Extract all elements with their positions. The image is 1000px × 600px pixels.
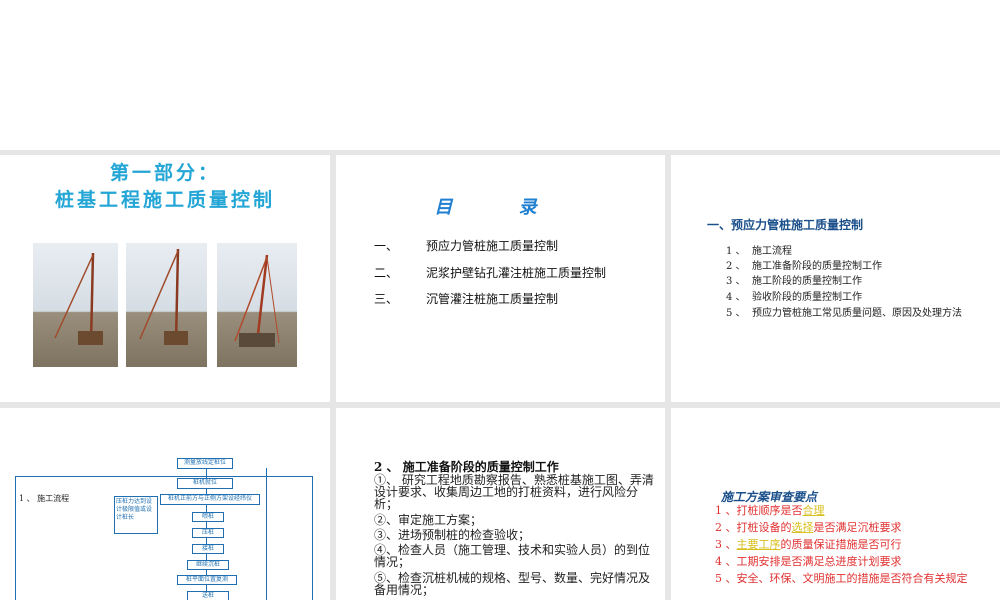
- flow-box-7: 继续沉桩: [187, 560, 229, 570]
- slide6-item-2: 2 、打桩设备的选择是否满足沉桩要求: [715, 521, 902, 534]
- outline-item-5: 5 、预应力管桩施工常见质量问题、原因及处理方法: [726, 308, 962, 319]
- slide5-item-5: ⑤、检查沉桩机械的规格、型号、数量、完好情况及备用情况；: [374, 571, 651, 597]
- slide6-item-5: 5 、安全、环保、文明施工的措施是否符合有关规定: [715, 572, 968, 585]
- flow-box-4: 喂桩: [192, 512, 224, 522]
- slide5-item-3: ③、进场预制桩的检查验收；: [374, 528, 531, 542]
- slide-thumbnail-4[interactable]: 1 、 施工流程 测量放线定桩位 桩机就位 桩机正前方与正侧方架设经纬仪 喂桩 …: [0, 408, 330, 600]
- top-blank-area: [0, 0, 1000, 150]
- toc-title: 目 录: [434, 197, 567, 218]
- slide-thumbnail-1[interactable]: 第一部分： 桩基工程施工质量控制: [0, 155, 330, 402]
- flow-box-3: 桩机正前方与正侧方架设经纬仪: [160, 494, 260, 505]
- flow-box-8: 桩平面位置复测: [177, 575, 237, 585]
- slide-thumbnail-3[interactable]: 一、预应力管桩施工质量控制 1 、施工流程 2 、施工准备阶段的质量控制工作 3…: [671, 155, 1000, 402]
- slide6-title: 施工方案审查要点: [721, 490, 818, 504]
- outline-item-1: 1 、施工流程: [726, 246, 792, 257]
- flow-box-5: 压桩: [192, 528, 224, 538]
- flowchart-label: 1 、 施工流程: [19, 494, 70, 503]
- toc-item-text: 沉管灌注桩施工质量控制: [426, 292, 559, 306]
- flowchart-frame-right: [312, 476, 313, 600]
- toc-item-2: 二、 泥浆护壁钻孔灌注桩施工质量控制: [374, 264, 606, 281]
- slide1-title-line1: 第一部分：: [109, 162, 220, 184]
- pile-driver-photo-2: [126, 243, 207, 367]
- slide6-item-1: 1 、打桩顺序是否合理: [715, 504, 825, 517]
- toc-item-text: 预应力管桩施工质量控制: [426, 239, 559, 253]
- flowchart-frame-left: [15, 476, 16, 600]
- flow-box-2: 桩机就位: [177, 478, 233, 489]
- toc-item-3: 三、 沉管灌注桩施工质量控制: [374, 290, 558, 307]
- slide-thumbnail-5[interactable]: 2 、 施工准备阶段的质量控制工作 ①、 研究工程地质勘察报告、熟悉桩基施工图、…: [336, 408, 665, 600]
- toc-item-number: 二、: [374, 266, 399, 280]
- slide5-item-2: ②、审定施工方案；: [374, 513, 483, 527]
- outline-item-4: 4 、验收阶段的质量控制工作: [726, 292, 862, 303]
- flow-side-box: 压桩力达到设计极限值或设计桩长: [114, 496, 158, 534]
- slide-thumbnail-6[interactable]: 施工方案审查要点 1 、打桩顺序是否合理 2 、打桩设备的选择是否满足沉桩要求 …: [671, 408, 1000, 600]
- slide1-title-line2: 桩基工程施工质量控制: [54, 189, 275, 211]
- toc-item-number: 三、: [374, 292, 399, 306]
- pile-driver-photo-3: [217, 243, 297, 367]
- slide5-item-4: ④、检查人员（施工管理、技术和实验人员）的到位情况；: [374, 543, 651, 569]
- flow-box-9: 送桩: [187, 591, 229, 600]
- pile-driver-photo-1: [33, 243, 118, 367]
- toc-item-1: 一、 预应力管桩施工质量控制: [374, 237, 558, 254]
- outline-item-2: 2 、施工准备阶段的质量控制工作: [726, 261, 882, 272]
- slide6-item-4: 4 、工期安排是否满足总进度计划要求: [715, 555, 902, 568]
- toc-item-text: 泥浆护壁钻孔灌注桩施工质量控制: [426, 266, 607, 280]
- slide6-item-3: 3 、主要工序的质量保证措施是否可行: [715, 538, 902, 551]
- outline-item-3: 3 、施工阶段的质量控制工作: [726, 276, 862, 287]
- slide5-item-1: ①、 研究工程地质勘察报告、熟悉桩基施工图、弄清设计要求、收集周边工地的打桩资料…: [374, 473, 654, 511]
- flowchart-frame-top: [15, 476, 313, 477]
- flow-box-1: 测量放线定桩位: [177, 458, 233, 469]
- section-heading: 一、预应力管桩施工质量控制: [707, 218, 864, 232]
- slide-thumbnail-2[interactable]: 目 录 一、 预应力管桩施工质量控制 二、 泥浆护壁钻孔灌注桩施工质量控制 三、 沉管…: [336, 155, 665, 402]
- toc-item-number: 一、: [374, 239, 399, 253]
- flowchart-return-line: [266, 468, 267, 600]
- flow-box-6: 接桩: [192, 544, 224, 554]
